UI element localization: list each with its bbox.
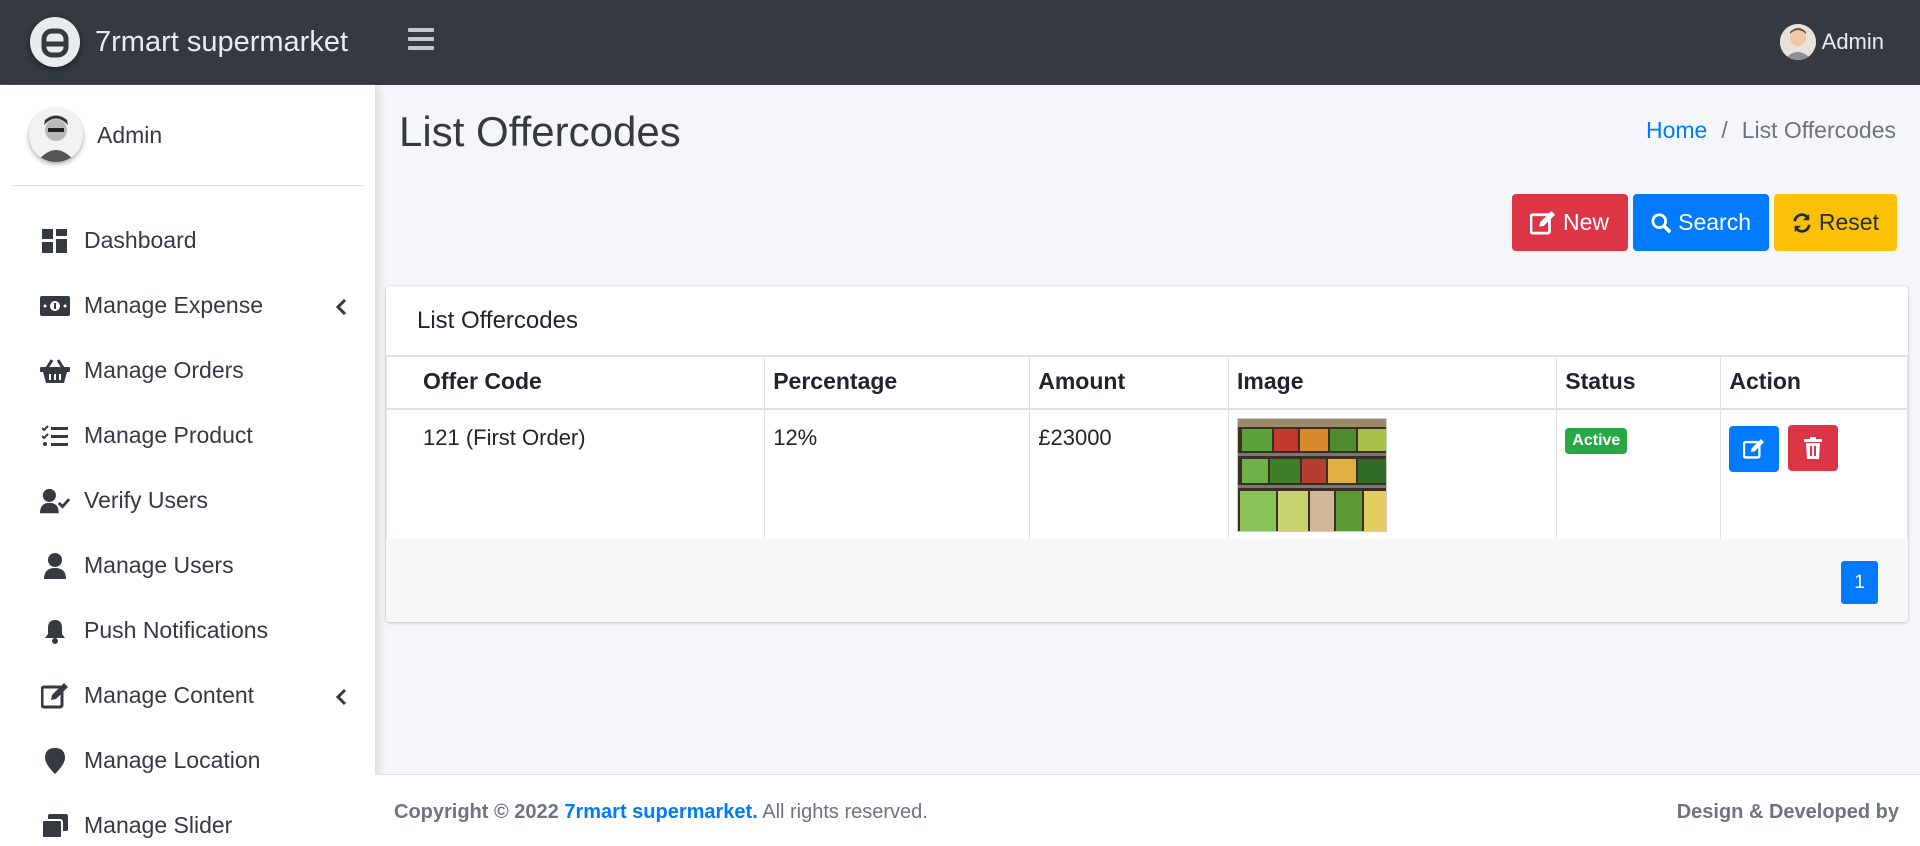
top-navbar: 7rmart supermarket Admin [0, 0, 1920, 85]
action-cell [1720, 408, 1908, 540]
sidebar-item-manage-content[interactable]: Manage Content [0, 663, 375, 728]
money-icon [40, 292, 70, 320]
chevron-left-icon [335, 685, 347, 712]
sidebar-item-manage-orders[interactable]: Manage Orders [0, 338, 375, 403]
offer-code-cell: 121 (First Order) [385, 408, 766, 540]
sidebar-item-push-notifications[interactable]: Push Notifications [0, 598, 375, 663]
card-title: List Offercodes [386, 286, 1908, 356]
percentage-cell: 12% [764, 408, 1031, 540]
menu-toggle-icon[interactable] [408, 28, 434, 54]
sidebar-item-label: Manage Users [84, 552, 234, 578]
column-header: Percentage [764, 356, 1031, 410]
reset-button[interactable]: Reset [1774, 194, 1897, 251]
delete-button[interactable] [1787, 424, 1838, 471]
column-header: Offer Code [385, 356, 766, 410]
edit-icon [1530, 210, 1555, 235]
breadcrumb-separator: / [1721, 117, 1728, 143]
sidebar-item-manage-location[interactable]: Manage Location [0, 728, 375, 793]
sidebar-item-manage-product[interactable]: Manage Product [0, 403, 375, 468]
toolbar: New Search Reset [1512, 194, 1897, 251]
copyright-text: Copyright © 2022 [394, 801, 559, 823]
sidebar: Admin Dashboard Manage Expense Manage Or… [0, 85, 375, 846]
table-header-row: Offer Code Percentage Amount Image Statu… [385, 356, 1908, 410]
edit-icon [40, 682, 70, 710]
breadcrumb-home-link[interactable]: Home [1646, 117, 1707, 143]
rights-text: All rights reserved. [762, 801, 928, 823]
user-check-icon [40, 487, 70, 515]
sidebar-item-label: Manage Expense [84, 292, 264, 318]
search-icon [1651, 212, 1672, 233]
search-button[interactable]: Search [1633, 194, 1769, 251]
column-header: Action [1720, 356, 1908, 410]
sidebar-item-manage-users[interactable]: Manage Users [0, 533, 375, 598]
status-badge: Active [1565, 427, 1628, 454]
user-name: Admin [1821, 29, 1884, 54]
list-check-icon [40, 422, 70, 450]
breadcrumb-current: List Offercodes [1741, 117, 1896, 143]
sidebar-item-label: Manage Location [84, 747, 261, 773]
amount-cell: £23000 [1029, 408, 1230, 540]
edit-icon [1743, 438, 1765, 459]
sidebar-item-label: Manage Orders [84, 357, 244, 383]
sidebar-nav: Dashboard Manage Expense Manage Orders M… [0, 208, 375, 846]
trash-icon [1803, 436, 1822, 459]
offercodes-card: List Offercodes Offer Code Percentage Am… [385, 286, 1908, 622]
sidebar-item-verify-users[interactable]: Verify Users [0, 468, 375, 533]
dashboard-icon [40, 227, 70, 255]
footer-copyright: Copyright © 2022 7rmart supermarket. All… [394, 801, 928, 824]
card-footer: 1 [386, 539, 1908, 622]
reset-button-label: Reset [1818, 209, 1879, 235]
user-menu[interactable]: Admin [1779, 24, 1884, 60]
sidebar-item-manage-expense[interactable]: Manage Expense [0, 273, 375, 338]
column-header: Status [1556, 356, 1722, 410]
new-button-label: New [1563, 209, 1610, 235]
avatar [1779, 24, 1816, 60]
status-cell: Active [1556, 408, 1722, 540]
edit-button[interactable] [1729, 425, 1780, 472]
sidebar-item-manage-slider[interactable]: Manage Slider [0, 793, 375, 846]
user-icon [40, 552, 70, 580]
sidebar-item-label: Push Notifications [84, 617, 269, 643]
images-icon [40, 812, 70, 840]
new-button[interactable]: New [1512, 194, 1628, 251]
user-panel[interactable]: Admin [13, 85, 363, 186]
footer: Copyright © 2022 7rmart supermarket. All… [375, 774, 1920, 846]
sidebar-item-dashboard[interactable]: Dashboard [0, 208, 375, 273]
brand-link[interactable]: 7rmart supermarket [0, 0, 375, 85]
sidebar-item-label: Manage Content [84, 682, 255, 708]
sidebar-item-label: Manage Product [84, 422, 253, 448]
avatar [29, 108, 83, 162]
column-header: Image [1228, 356, 1558, 410]
footer-credit: Design & Developed by [1676, 801, 1899, 823]
bell-icon [40, 617, 70, 645]
sync-icon [1793, 212, 1811, 233]
brand-logo-icon [30, 17, 80, 67]
breadcrumb: Home / List Offercodes [1646, 117, 1896, 144]
image-cell [1228, 408, 1558, 540]
sidebar-user-name: Admin [97, 121, 163, 148]
sidebar-item-label: Dashboard [84, 227, 197, 253]
pagination-page-1[interactable]: 1 [1841, 561, 1878, 604]
search-button-label: Search [1678, 209, 1751, 235]
offercodes-table: Offer Code Percentage Amount Image Statu… [385, 356, 1908, 540]
table-row: 121 (First Order) 12% £23000 Active [385, 408, 1908, 540]
map-marker-icon [40, 747, 70, 775]
offer-image [1237, 417, 1388, 532]
footer-brand-link[interactable]: 7rmart supermarket. [564, 801, 757, 823]
brand-name: 7rmart supermarket [95, 25, 349, 58]
page-title: List Offercodes [399, 108, 681, 155]
column-header: Amount [1029, 356, 1230, 410]
sidebar-item-label: Manage Slider [84, 812, 233, 838]
chevron-left-icon [335, 295, 347, 322]
basket-icon [40, 357, 70, 385]
sidebar-item-label: Verify Users [84, 487, 208, 513]
